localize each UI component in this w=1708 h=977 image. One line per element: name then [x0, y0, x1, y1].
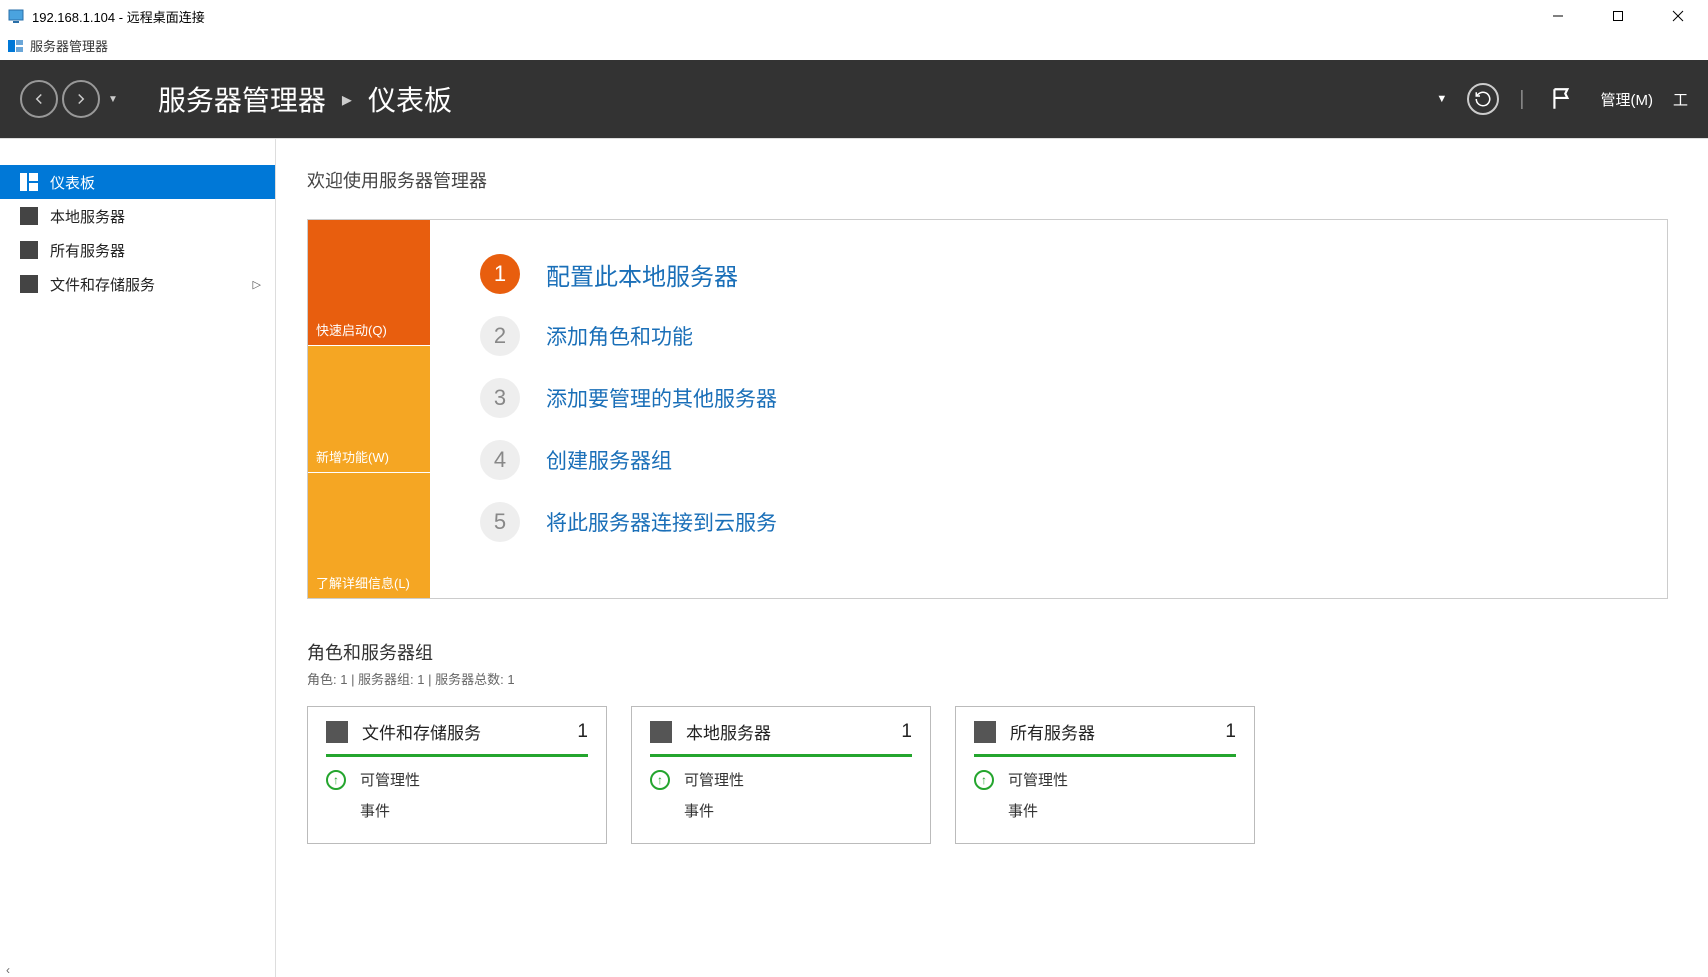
tile-title: 所有服务器 [1010, 719, 1211, 744]
rdp-titlebar: 192.168.1.104 - 远程桌面连接 [0, 0, 1708, 32]
minimize-button[interactable] [1528, 0, 1588, 32]
tile-title: 本地服务器 [686, 719, 887, 744]
server-icon [650, 721, 672, 743]
sidebar-item-all-servers[interactable]: 所有服务器 [0, 233, 275, 267]
servers-icon [20, 241, 38, 259]
tile-row-events[interactable]: 事件 [974, 800, 1236, 821]
quickstart-step-1[interactable]: 1 配置此本地服务器 [480, 254, 1617, 294]
window-controls [1528, 0, 1708, 32]
tile-row-label: 可管理性 [360, 769, 420, 790]
tile-row-label: 可管理性 [1008, 769, 1068, 790]
back-button[interactable] [20, 80, 58, 118]
step-number: 4 [480, 440, 520, 480]
step-number: 3 [480, 378, 520, 418]
tile-row-label: 事件 [360, 800, 390, 821]
quickstart-tab-whatsnew[interactable]: 新增功能(W) [308, 346, 430, 472]
tile-count: 1 [901, 721, 912, 743]
tile-file-storage[interactable]: 文件和存储服务 1 可管理性 事件 [307, 706, 607, 844]
file-storage-icon [20, 275, 38, 293]
sidebar-item-label: 所有服务器 [50, 240, 125, 261]
breadcrumb-root[interactable]: 服务器管理器 [158, 79, 326, 119]
server-manager-titlebar: 服务器管理器 [0, 32, 1708, 60]
status-ok-icon [974, 770, 994, 790]
quickstart-step-2[interactable]: 2 添加角色和功能 [480, 316, 1617, 356]
notifications-flag-icon[interactable] [1544, 81, 1580, 117]
breadcrumb-current: 仪表板 [368, 79, 452, 119]
tile-row-events[interactable]: 事件 [326, 800, 588, 821]
header-dropdown-icon[interactable]: ▼ [1436, 93, 1447, 105]
welcome-title: 欢迎使用服务器管理器 [307, 167, 1668, 193]
step-number: 2 [480, 316, 520, 356]
servers-icon [974, 721, 996, 743]
quickstart-tab-label: 了解详细信息(L) [316, 573, 410, 592]
step-link: 将此服务器连接到云服务 [546, 507, 777, 537]
nav-history-dropdown[interactable]: ▼ [108, 94, 118, 105]
step-link: 配置此本地服务器 [546, 257, 738, 292]
tile-row-manageability[interactable]: 可管理性 [650, 769, 912, 790]
refresh-button[interactable] [1467, 83, 1499, 115]
tile-title: 文件和存储服务 [362, 719, 563, 744]
close-button[interactable] [1648, 0, 1708, 32]
breadcrumb-separator-icon: ▸ [342, 87, 352, 112]
sidebar-item-label: 仪表板 [50, 172, 95, 193]
quickstart-step-3[interactable]: 3 添加要管理的其他服务器 [480, 378, 1617, 418]
step-link: 添加角色和功能 [546, 321, 693, 351]
status-ok-icon [326, 770, 346, 790]
quickstart-step-5[interactable]: 5 将此服务器连接到云服务 [480, 502, 1617, 542]
sidebar-item-label: 本地服务器 [50, 206, 125, 227]
quickstart-tab-learnmore[interactable]: 了解详细信息(L) [308, 473, 430, 598]
window-title: 192.168.1.104 - 远程桌面连接 [32, 7, 205, 26]
quickstart-tab-label: 新增功能(W) [316, 447, 389, 466]
file-storage-icon [326, 721, 348, 743]
header-toolbar: ▼ 服务器管理器 ▸ 仪表板 ▼ | 管理(M) 工 [0, 60, 1708, 138]
body: 仪表板 本地服务器 所有服务器 文件和存储服务 ▷ 欢迎使用服务器管理器 快速启… [0, 138, 1708, 977]
sidebar-item-label: 文件和存储服务 [50, 274, 155, 295]
tile-row-events[interactable]: 事件 [650, 800, 912, 821]
breadcrumb: 服务器管理器 ▸ 仪表板 [158, 79, 452, 119]
quickstart-panel: 快速启动(Q) 新增功能(W) 了解详细信息(L) 1 配置此本地服务器 2 添… [307, 219, 1668, 599]
quickstart-tab-quick[interactable]: 快速启动(Q) [308, 220, 430, 346]
tile-row-manageability[interactable]: 可管理性 [974, 769, 1236, 790]
sidebar-item-local-server[interactable]: 本地服务器 [0, 199, 275, 233]
tile-count: 1 [577, 721, 588, 743]
tile-all-servers[interactable]: 所有服务器 1 可管理性 事件 [955, 706, 1255, 844]
step-number: 5 [480, 502, 520, 542]
scroll-left-icon[interactable]: ‹ [6, 963, 10, 977]
nav-buttons: ▼ [20, 80, 118, 118]
tile-row-label: 事件 [1008, 800, 1038, 821]
menu-tools[interactable]: 工 [1673, 89, 1688, 110]
sidebar-item-dashboard[interactable]: 仪表板 [0, 165, 275, 199]
rdp-icon [8, 8, 24, 24]
server-manager-icon [8, 38, 24, 54]
quickstart-tabs: 快速启动(Q) 新增功能(W) 了解详细信息(L) [308, 220, 430, 598]
step-number: 1 [480, 254, 520, 294]
forward-button[interactable] [62, 80, 100, 118]
roles-section-subtitle: 角色: 1 | 服务器组: 1 | 服务器总数: 1 [307, 669, 1668, 688]
tile-local-server[interactable]: 本地服务器 1 可管理性 事件 [631, 706, 931, 844]
sidebar: 仪表板 本地服务器 所有服务器 文件和存储服务 ▷ [0, 139, 275, 977]
roles-section-title: 角色和服务器组 [307, 639, 1668, 665]
quickstart-step-4[interactable]: 4 创建服务器组 [480, 440, 1617, 480]
tile-row-manageability[interactable]: 可管理性 [326, 769, 588, 790]
maximize-button[interactable] [1588, 0, 1648, 32]
server-manager-title: 服务器管理器 [30, 36, 108, 55]
main-content: 欢迎使用服务器管理器 快速启动(Q) 新增功能(W) 了解详细信息(L) 1 配… [275, 139, 1708, 977]
chevron-right-icon: ▷ [253, 278, 261, 291]
quickstart-steps: 1 配置此本地服务器 2 添加角色和功能 3 添加要管理的其他服务器 4 创建服… [430, 220, 1667, 598]
dashboard-icon [20, 173, 38, 191]
tile-row-label: 可管理性 [684, 769, 744, 790]
role-tiles: 文件和存储服务 1 可管理性 事件 [307, 706, 1668, 844]
step-link: 添加要管理的其他服务器 [546, 383, 777, 413]
tile-row-label: 事件 [684, 800, 714, 821]
status-ok-icon [650, 770, 670, 790]
server-icon [20, 207, 38, 225]
step-link: 创建服务器组 [546, 445, 672, 475]
menu-manage[interactable]: 管理(M) [1600, 89, 1653, 110]
quickstart-tab-label: 快速启动(Q) [316, 320, 387, 339]
sidebar-item-file-storage[interactable]: 文件和存储服务 ▷ [0, 267, 275, 301]
header-separator: | [1519, 88, 1524, 111]
tile-count: 1 [1225, 721, 1236, 743]
header-right: ▼ | 管理(M) 工 [1436, 81, 1688, 117]
